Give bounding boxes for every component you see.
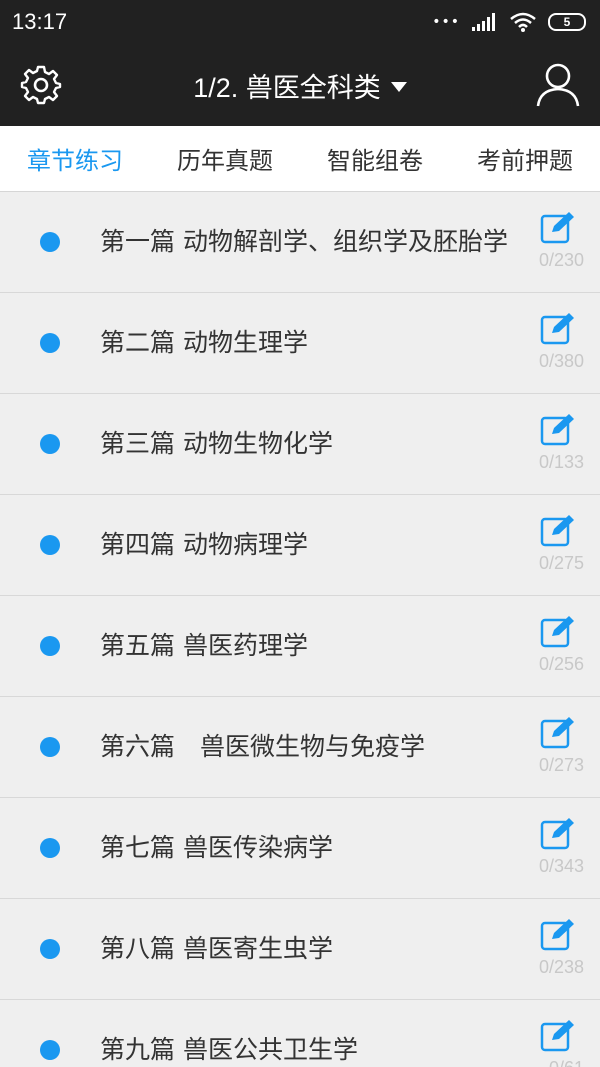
question-count: 0/133 (538, 452, 584, 472)
chapter-title: 第八篇 兽医寄生虫学 (100, 934, 333, 963)
more-dots-icon: ••• (432, 14, 460, 30)
chapter-title: 第二篇 动物生理学 (100, 328, 308, 357)
chapter-row[interactable]: 第五篇 兽医药理学 0/256 (0, 596, 600, 697)
edit-icon[interactable] (540, 614, 576, 650)
app-header: 1/2. 兽医全科类 (0, 44, 600, 126)
subject-selector[interactable]: 1/2. 兽医全科类 (0, 44, 600, 126)
chapter-row[interactable]: 第六篇 兽医微生物与免疫学 0/273 (0, 697, 600, 798)
question-count: 0/230 (538, 250, 584, 270)
tab-chapter-practice[interactable]: 章节练习 (27, 141, 123, 176)
bullet-dot-icon (40, 232, 60, 252)
chapter-row[interactable]: 第一篇 动物解剖学、组织学及胚胎学 0/230 (0, 192, 600, 293)
chapter-row[interactable]: 第八篇 兽医寄生虫学 0/238 (0, 899, 600, 1000)
chapter-title: 第一篇 动物解剖学、组织学及胚胎学 (100, 227, 508, 256)
chapter-row[interactable]: 第四篇 动物病理学 0/275 (0, 495, 600, 596)
dropdown-caret-icon (390, 82, 407, 92)
chapter-title: 第七篇 兽医传染病学 (100, 833, 333, 862)
page-title: 1/2. 兽医全科类 (193, 72, 381, 103)
chapter-list: 第一篇 动物解剖学、组织学及胚胎学 0/230 第二篇 动物生理学 0/380 … (0, 192, 600, 1067)
bullet-dot-icon (40, 1040, 60, 1060)
question-count: 0/273 (538, 755, 584, 775)
battery-icon: 5 (548, 13, 586, 31)
question-count: 0/343 (538, 856, 584, 876)
status-time: 13:17 (12, 9, 68, 34)
tab-bar: 章节练习 历年真题 智能组卷 考前押题 (0, 126, 600, 192)
question-count: 0/256 (538, 654, 584, 674)
bullet-dot-icon (40, 636, 60, 656)
edit-icon[interactable] (540, 210, 576, 246)
chapter-row[interactable]: 第七篇 兽医传染病学 0/343 (0, 798, 600, 899)
status-bar: 13:17 ••• 5 (0, 0, 600, 44)
chapter-title: 第三篇 动物生物化学 (100, 429, 333, 458)
chapter-row[interactable]: 第二篇 动物生理学 0/380 (0, 293, 600, 394)
edit-icon[interactable] (540, 513, 576, 549)
chapter-title: 第五篇 兽医药理学 (100, 631, 308, 660)
status-icons: ••• 5 (432, 12, 586, 32)
edit-icon[interactable] (540, 1018, 576, 1054)
wifi-icon (510, 12, 536, 32)
edit-icon[interactable] (540, 816, 576, 852)
edit-icon[interactable] (540, 311, 576, 347)
tab-smart-paper[interactable]: 智能组卷 (327, 141, 423, 176)
edit-icon[interactable] (540, 412, 576, 448)
bullet-dot-icon (40, 939, 60, 959)
tab-past-exams[interactable]: 历年真题 (177, 141, 273, 176)
tab-pre-exam-predictions[interactable]: 考前押题 (477, 141, 573, 176)
chapter-row[interactable]: 第三篇 动物生物化学 0/133 (0, 394, 600, 495)
question-count: 0/61 (549, 1058, 584, 1067)
edit-icon[interactable] (540, 917, 576, 953)
chapter-row[interactable]: 第九篇 兽医公共卫生学 0/61 (0, 1000, 600, 1067)
battery-level: 5 (563, 15, 571, 29)
user-profile-icon[interactable] (536, 62, 580, 108)
chapter-title: 第六篇 兽医微生物与免疫学 (100, 732, 426, 761)
question-count: 0/238 (538, 957, 584, 977)
bullet-dot-icon (40, 333, 60, 353)
bullet-dot-icon (40, 838, 60, 858)
signal-icon (472, 13, 495, 31)
question-count: 0/380 (538, 351, 584, 371)
bullet-dot-icon (40, 434, 60, 454)
chapter-title: 第九篇 兽医公共卫生学 (100, 1035, 358, 1064)
bullet-dot-icon (40, 535, 60, 555)
bullet-dot-icon (40, 737, 60, 757)
question-count: 0/275 (538, 553, 584, 573)
edit-icon[interactable] (540, 715, 576, 751)
chapter-title: 第四篇 动物病理学 (100, 530, 308, 559)
